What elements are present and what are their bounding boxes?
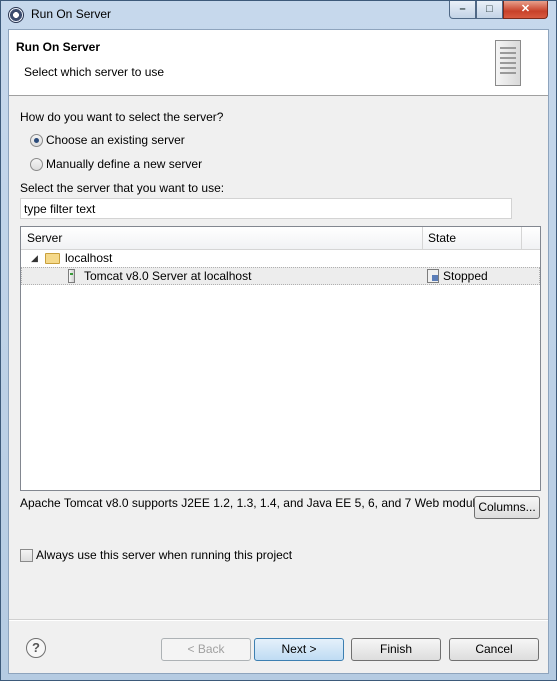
cancel-button[interactable]: Cancel [449, 638, 539, 661]
always-use-checkbox[interactable] [20, 549, 33, 562]
choose-existing-label[interactable]: Choose an existing server [46, 133, 185, 147]
columns-button[interactable]: Columns... [474, 496, 540, 519]
folder-icon [45, 253, 60, 264]
filter-input[interactable] [20, 198, 512, 219]
help-icon[interactable]: ? [26, 638, 46, 658]
group-label: localhost [65, 251, 113, 265]
server-icon [68, 269, 75, 283]
column-header-state[interactable]: State [428, 231, 456, 245]
minimize-button[interactable]: – [449, 1, 476, 19]
expand-arrow-icon[interactable]: ◢ [31, 253, 38, 264]
page-description: Select which server to use [24, 65, 165, 79]
page-title: Run On Server [16, 40, 101, 54]
column-header-server[interactable]: Server [27, 231, 62, 245]
dialog-body: Run On Server Select which server to use… [8, 29, 549, 674]
selection-question: How do you want to select the server? [20, 110, 224, 124]
run-on-server-window: Run On Server – □ ✕ Run On Server Select… [0, 0, 557, 681]
server-list-prompt: Select the server that you want to use: [20, 181, 225, 195]
wizard-header: Run On Server Select which server to use [9, 30, 548, 96]
button-bar-separator [9, 619, 548, 621]
server-table[interactable]: Server State ◢ localhost Tomcat v8.0 Ser… [20, 226, 541, 491]
eclipse-icon [8, 7, 24, 23]
close-button[interactable]: ✕ [503, 1, 548, 19]
back-button[interactable]: < Back [161, 638, 251, 661]
window-title: Run On Server [31, 7, 112, 21]
title-bar[interactable]: Run On Server – □ ✕ [1, 1, 556, 29]
define-new-radio[interactable] [30, 158, 43, 171]
server-state: Stopped [443, 269, 488, 283]
next-button[interactable]: Next > [254, 638, 344, 661]
maximize-button[interactable]: □ [476, 1, 503, 19]
always-use-label[interactable]: Always use this server when running this… [36, 548, 292, 562]
server-name: Tomcat v8.0 Server at localhost [84, 269, 252, 283]
tree-group-localhost[interactable]: ◢ localhost [21, 250, 540, 268]
server-row[interactable]: Tomcat v8.0 Server at localhost Stopped [21, 267, 540, 285]
define-new-label[interactable]: Manually define a new server [46, 157, 202, 171]
server-state-icon [427, 269, 439, 283]
choose-existing-radio[interactable] [30, 134, 43, 147]
table-header: Server State [21, 227, 540, 250]
server-info-text: Apache Tomcat v8.0 supports J2EE 1.2, 1.… [20, 496, 492, 510]
server-banner-icon [495, 40, 521, 86]
finish-button[interactable]: Finish [351, 638, 441, 661]
